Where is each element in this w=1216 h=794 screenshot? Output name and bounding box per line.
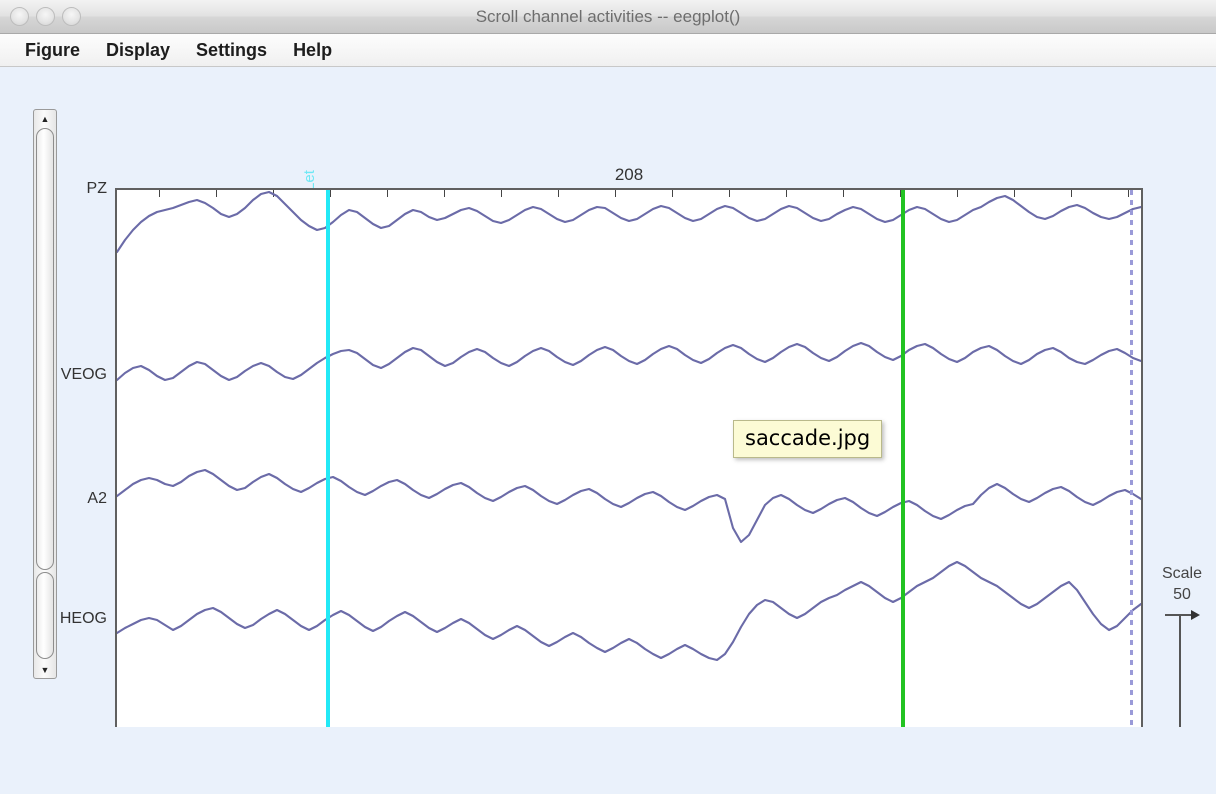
scale-label: Scale	[1161, 565, 1203, 582]
menu-item-settings[interactable]: Settings	[183, 38, 280, 63]
figure-area: ▲ ▼ PZ VEOG A2 HEOG 208 E2(Pare-Let 5	[0, 67, 1216, 794]
scale-value: 50	[1173, 586, 1191, 603]
channel-label-veog: VEOG	[60, 366, 107, 383]
scale-indicator: Scale 50	[1152, 565, 1212, 748]
scroll-up-arrow-icon[interactable]: ▲	[34, 110, 56, 127]
menu-item-display[interactable]: Display	[93, 38, 183, 63]
eegplot-window: Scroll channel activities -- eegplot() F…	[0, 0, 1216, 794]
menu-item-help[interactable]: Help	[280, 38, 345, 63]
channel-label-column: PZ VEOG A2 HEOG	[0, 180, 107, 740]
window-title: Scroll channel activities -- eegplot()	[475, 7, 741, 26]
menu-bar: Figure Display Settings Help	[0, 34, 1216, 67]
image-tooltip: saccade.jpg	[733, 420, 883, 458]
channel-label-pz: PZ	[86, 180, 107, 197]
channel-label-a2: A2	[87, 490, 107, 507]
event-line-e2[interactable]	[326, 190, 330, 738]
eeg-traces	[117, 190, 1141, 662]
title-bar: Scroll channel activities -- eegplot()	[0, 0, 1216, 34]
page-boundary-dashed-line	[1130, 190, 1133, 738]
eeg-axes[interactable]	[115, 188, 1143, 740]
event-line-5[interactable]	[901, 190, 905, 738]
page-number-label: 208	[614, 165, 644, 184]
menu-item-figure[interactable]: Figure	[12, 38, 93, 63]
channel-label-heog: HEOG	[59, 610, 107, 627]
control-bar: CANCEL Event types << < 208 > >> Chan. T…	[0, 727, 1216, 794]
